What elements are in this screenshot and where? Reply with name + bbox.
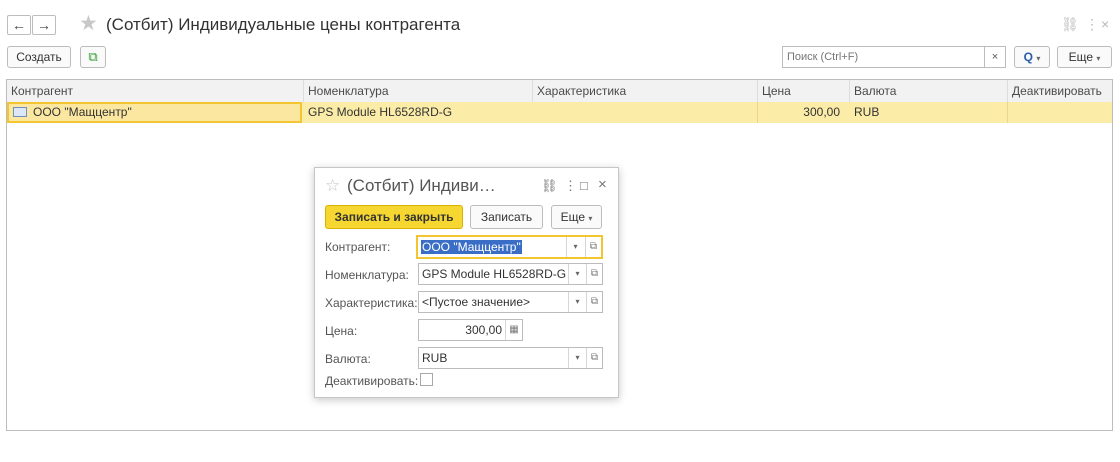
- counterparty-field[interactable]: ООО "Мащцентр" ▾ ⧉: [416, 235, 603, 259]
- edit-dialog: ☆ (Сотбит) Индиви… ⛓ ⋮ □ × Записать и за…: [314, 167, 619, 398]
- more-vertical-icon[interactable]: ⋮: [564, 178, 577, 194]
- search-box: ×: [782, 46, 1006, 68]
- open-icon[interactable]: ⧉: [585, 237, 601, 257]
- favorite-star-icon[interactable]: ★: [79, 12, 98, 36]
- deactivate-label: Деактивировать:: [325, 374, 419, 388]
- more-button[interactable]: Еще ▾: [1057, 46, 1112, 68]
- deactivate-checkbox[interactable]: [420, 373, 433, 386]
- currency-field[interactable]: RUB ▾ ⧉: [418, 347, 603, 369]
- price-field[interactable]: 300,00 ▦: [418, 319, 523, 341]
- close-icon[interactable]: ×: [598, 177, 607, 193]
- currency-label: Валюта:: [325, 352, 371, 366]
- copy-button[interactable]: ⧉: [80, 46, 106, 68]
- forward-button[interactable]: →: [32, 15, 56, 35]
- save-and-close-button[interactable]: Записать и закрыть: [325, 205, 463, 229]
- column-header-currency[interactable]: Валюта: [850, 80, 1008, 102]
- page-title: (Сотбит) Индивидуальные цены контрагента: [106, 15, 461, 34]
- characteristic-field[interactable]: <Пустое значение> ▾ ⧉: [418, 291, 603, 313]
- dialog-title: (Сотбит) Индиви…: [347, 176, 496, 195]
- column-header-deactivate[interactable]: Деактивировать: [1008, 80, 1112, 102]
- cell-deactivate[interactable]: [1008, 102, 1112, 123]
- chevron-down-icon: ▾: [1096, 54, 1101, 63]
- counterparty-field-value: ООО "Мащцентр": [421, 240, 522, 254]
- open-icon[interactable]: ⧉: [586, 348, 602, 368]
- cell-item[interactable]: GPS Module HL6528RD-G: [304, 102, 533, 123]
- arrow-right-icon: →: [37, 17, 51, 33]
- search-button[interactable]: Q ▾: [1014, 46, 1050, 68]
- cell-currency[interactable]: RUB: [850, 102, 1008, 123]
- characteristic-label: Характеристика:: [325, 296, 418, 310]
- close-icon[interactable]: ×: [1101, 16, 1109, 32]
- favorite-star-icon[interactable]: ☆: [325, 176, 340, 196]
- open-icon[interactable]: ⧉: [586, 264, 602, 284]
- cell-characteristic[interactable]: [533, 102, 758, 123]
- save-button[interactable]: Записать: [470, 205, 543, 229]
- column-header-price[interactable]: Цена: [758, 80, 850, 102]
- link-icon[interactable]: ⛓: [1061, 16, 1079, 32]
- copy-icon: ⧉: [88, 49, 98, 64]
- characteristic-field-value: <Пустое значение>: [422, 295, 531, 309]
- search-input[interactable]: [783, 48, 981, 66]
- more-vertical-icon[interactable]: ⋮: [1085, 16, 1099, 32]
- calculator-icon[interactable]: ▦: [505, 320, 522, 340]
- cell-counterparty-text: ООО "Мащцентр": [33, 105, 132, 119]
- table-row[interactable]: ООО "Мащцентр" GPS Module HL6528RD-G 300…: [7, 102, 1112, 123]
- table-header: Контрагент Номенклатура Характеристика Ц…: [7, 80, 1112, 103]
- price-field-value: 300,00: [465, 323, 502, 337]
- cell-counterparty[interactable]: ООО "Мащцентр": [7, 102, 302, 123]
- link-icon[interactable]: ⛓: [541, 178, 558, 194]
- currency-field-value: RUB: [422, 351, 448, 365]
- back-button[interactable]: ←: [7, 15, 31, 35]
- chevron-down-icon[interactable]: ▾: [568, 348, 586, 368]
- dialog-more-button[interactable]: Еще ▾: [551, 205, 602, 229]
- cell-price[interactable]: 300,00: [758, 102, 846, 123]
- open-icon[interactable]: ⧉: [586, 292, 602, 312]
- maximize-icon[interactable]: □: [580, 178, 588, 194]
- counterparty-label: Контрагент:: [325, 240, 391, 254]
- chevron-down-icon[interactable]: ▾: [568, 292, 586, 312]
- search-clear-icon[interactable]: ×: [984, 47, 1005, 67]
- item-label: Номенклатура:: [325, 268, 409, 282]
- item-field-value: GPS Module HL6528RD-G: [422, 267, 567, 281]
- column-header-counterparty[interactable]: Контрагент: [7, 80, 304, 102]
- chevron-down-icon: ▾: [1036, 54, 1041, 63]
- item-field[interactable]: GPS Module HL6528RD-G ▾ ⧉: [418, 263, 603, 285]
- arrow-left-icon: ←: [12, 17, 26, 33]
- column-header-characteristic[interactable]: Характеристика: [533, 80, 758, 102]
- chevron-down-icon: ▾: [588, 214, 593, 223]
- search-icon: Q: [1023, 50, 1033, 64]
- chevron-down-icon[interactable]: ▾: [566, 237, 584, 257]
- counterparty-icon: [13, 106, 27, 117]
- price-label: Цена:: [325, 324, 358, 338]
- dialog-more-label: Еще: [560, 210, 586, 224]
- more-label: Еще: [1068, 50, 1094, 64]
- chevron-down-icon[interactable]: ▾: [568, 264, 586, 284]
- create-button[interactable]: Создать: [7, 46, 71, 68]
- column-header-item[interactable]: Номенклатура: [304, 80, 533, 102]
